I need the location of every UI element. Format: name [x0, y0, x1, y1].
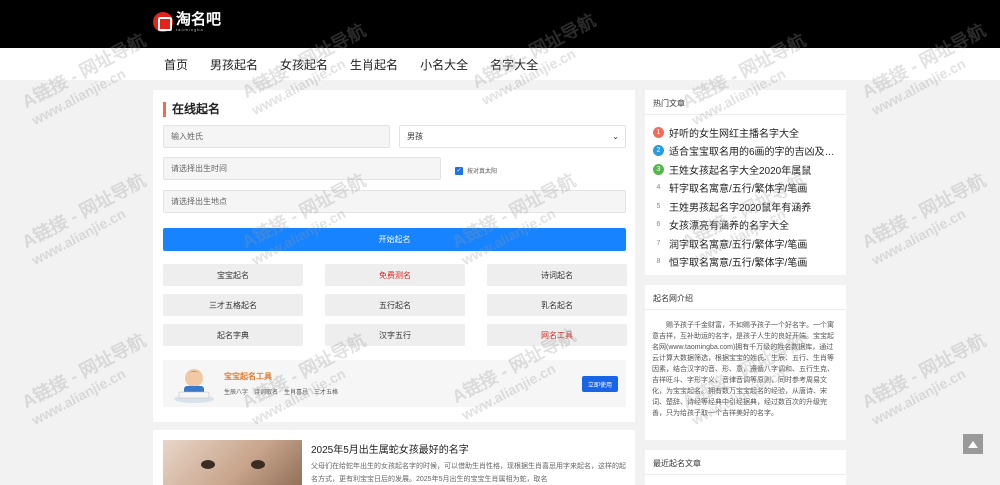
use-now-button[interactable]: 立即使用: [582, 376, 618, 392]
hot-article-link[interactable]: 润字取名寓意/五行/繁体字/笔画: [669, 236, 807, 251]
hot-article-link[interactable]: 适合宝宝取名用的6画的字的吉凶及…: [669, 143, 835, 158]
true-solar-checkbox[interactable]: ✓ 按对真太阳: [455, 166, 497, 175]
logo-text: 淘名吧: [176, 10, 222, 28]
chevron-down-icon: ⌄: [612, 132, 619, 141]
hot-article-link[interactable]: 王姓女孩起名字大全2020年属鼠: [669, 162, 811, 177]
tool-button[interactable]: 乳名起名: [487, 294, 627, 316]
back-to-top-button[interactable]: [963, 434, 983, 454]
tool-button[interactable]: 五行起名: [325, 294, 465, 316]
site-intro-panel: 起名网介绍 赐予孩子千金财富，不如赐予孩子一个好名字。一个寓意吉祥，互补助运的名…: [645, 285, 846, 440]
hot-article-item[interactable]: 1 好听的女生网红主播名字大全: [653, 123, 835, 142]
rank-number: 4: [656, 184, 661, 192]
hot-article-item[interactable]: 4 轩字取名寓意/五行/繁体字/笔画: [653, 179, 835, 198]
child-reading-illustration: [174, 369, 214, 403]
main-nav: 首页 男孩起名 女孩起名 生肖起名 小名大全 名字大全: [153, 48, 549, 80]
hot-article-item[interactable]: 5 王姓男孩起名字2020鼠年有涵养: [653, 197, 835, 216]
nav-item-zodiac-names[interactable]: 生肖起名: [350, 56, 398, 73]
hot-article-link[interactable]: 王姓男孩起名字2020鼠年有涵养: [669, 199, 811, 214]
recent-articles-panel: 最近起名文章: [645, 450, 846, 485]
check-icon: ✓: [455, 166, 463, 175]
divider: [645, 309, 846, 310]
section-title: 在线起名: [163, 102, 220, 117]
thumbnail-eye: [251, 460, 265, 469]
start-naming-button[interactable]: 开始起名: [163, 228, 626, 251]
rank-number: 5: [656, 202, 661, 210]
hot-article-item[interactable]: 2 适合宝宝取名用的6画的字的吉凶及…: [653, 142, 835, 161]
rank-number: 7: [656, 239, 661, 247]
nav-item-boy-names[interactable]: 男孩起名: [210, 56, 258, 73]
thumbnail-eye: [201, 460, 215, 469]
nav-item-name-list[interactable]: 名字大全: [490, 56, 538, 73]
rank-number: 6: [656, 221, 661, 229]
rank-badge: 1: [653, 126, 664, 138]
hot-article-link[interactable]: 恒字取名寓意/五行/繁体字/笔画: [669, 254, 807, 269]
divider: [645, 114, 846, 115]
site-intro-title: 起名网介绍: [653, 294, 693, 303]
promo-tag: 生辰八字: [224, 390, 249, 396]
article-thumbnail: [163, 440, 302, 485]
hot-article-item[interactable]: 7 润字取名寓意/五行/繁体字/笔画: [653, 234, 835, 253]
tool-button[interactable]: 起名字典: [163, 324, 303, 346]
hot-article-item[interactable]: 3 王姓女孩起名字大全2020年属鼠: [653, 160, 835, 179]
nav-item-home[interactable]: 首页: [164, 56, 188, 73]
article-card[interactable]: 2025年5月出生属蛇女孩最好的名字 父母们在给蛇年出生的女孩起名字的时候，可以…: [153, 430, 635, 485]
watermark: A链接 - 网址导航 www.alianjie.cn: [858, 170, 989, 269]
logo-icon: [153, 12, 173, 32]
promo-tag: 生肖喜忌: [284, 390, 309, 396]
tool-button[interactable]: 三才五格起名: [163, 294, 303, 316]
site-logo[interactable]: 淘名吧 taomingba: [153, 12, 221, 32]
birth-time-input[interactable]: 请选择出生时间: [163, 157, 441, 180]
promo-banner[interactable]: 宝宝起名工具 生辰八字 诗词取名 生肖喜忌 三才五格 立即使用: [163, 360, 626, 407]
true-solar-label: 按对真太阳: [467, 169, 498, 175]
hot-articles-panel: 热门文章 1 好听的女生网红主播名字大全 2 适合宝宝取名用的6画的字的吉凶及… 3…: [645, 90, 846, 275]
tool-button[interactable]: 诗词起名: [487, 264, 627, 286]
promo-title: 宝宝起名工具: [224, 372, 272, 381]
nav-item-nicknames[interactable]: 小名大全: [420, 56, 468, 73]
tool-button[interactable]: 网名工具: [487, 324, 627, 346]
surname-input[interactable]: 输入姓氏: [163, 125, 390, 148]
tool-button[interactable]: 宝宝起名: [163, 264, 303, 286]
promo-tag: 诗词取名: [254, 390, 279, 396]
rank-number: 8: [656, 258, 661, 266]
promo-tags: 生辰八字 诗词取名 生肖喜忌 三才五格: [224, 387, 338, 396]
hot-articles-title: 热门文章: [653, 99, 685, 108]
rank-badge: 3: [653, 163, 664, 175]
online-naming-panel: 在线起名 输入姓氏 男孩 ⌄ 请选择出生时间 ✓ 按对真太阳 请选择出生地点 开…: [153, 90, 635, 422]
tool-button[interactable]: 免费测名: [325, 264, 465, 286]
birth-place-input[interactable]: 请选择出生地点: [163, 190, 626, 213]
promo-tag: 三才五格: [314, 390, 339, 396]
rank-badge: 2: [653, 145, 664, 157]
top-header: 淘名吧 taomingba: [0, 0, 1000, 48]
watermark: A链接 - 网址导航 www.alianjie.cn: [18, 170, 149, 269]
hot-articles-list: 1 好听的女生网红主播名字大全 2 适合宝宝取名用的6画的字的吉凶及… 3 王姓女孩起…: [653, 123, 835, 271]
hot-article-item[interactable]: 8 恒字取名寓意/五行/繁体字/笔画: [653, 253, 835, 272]
hot-article-link[interactable]: 轩字取名寓意/五行/繁体字/笔画: [669, 180, 807, 195]
nav-item-girl-names[interactable]: 女孩起名: [280, 56, 328, 73]
watermark: A链接 - 网址导航 www.alianjie.cn: [858, 330, 989, 429]
hot-article-item[interactable]: 6 女孩漂亮有涵养的名字大全: [653, 216, 835, 235]
site-intro-text: 赐予孩子千金财富，不如赐予孩子一个好名字。一个寓意吉祥，互补助运的名字，是孩子人…: [652, 322, 834, 417]
gender-value: 男孩: [407, 132, 423, 141]
article-title[interactable]: 2025年5月出生属蛇女孩最好的名字: [311, 441, 469, 456]
watermark: A链接 - 网址导航 www.alianjie.cn: [18, 330, 149, 429]
hot-article-link[interactable]: 好听的女生网红主播名字大全: [669, 125, 799, 140]
tool-button[interactable]: 汉字五行: [325, 324, 465, 346]
recent-articles-title: 最近起名文章: [653, 459, 701, 468]
article-excerpt: 父母们在给蛇年出生的女孩起名字的时候，可以借助生肖性格，现根据生肖喜忌用字来起名…: [311, 463, 626, 483]
divider: [645, 474, 846, 475]
gender-select[interactable]: 男孩 ⌄: [399, 125, 626, 148]
hot-article-link[interactable]: 女孩漂亮有涵养的名字大全: [669, 217, 789, 232]
